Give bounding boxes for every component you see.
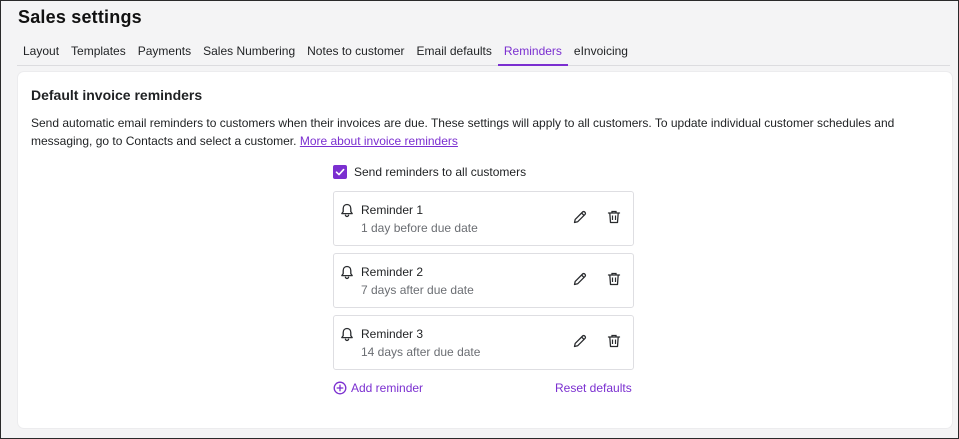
tab-bar: Layout Templates Payments Sales Numberin… [17,42,950,66]
section-description: Send automatic email reminders to custom… [31,114,936,150]
tab-payments[interactable]: Payments [132,42,197,66]
reminder-card-3: Reminder 3 14 days after due date [333,315,634,370]
reminder-title: Reminder 2 [361,265,424,279]
plus-circle-icon [333,381,347,395]
description-text: Send automatic email reminders to custom… [31,116,895,148]
section-title: Default invoice reminders [31,87,203,103]
more-about-reminders-link[interactable]: More about invoice reminders [300,134,458,148]
trash-icon[interactable] [606,333,622,349]
tab-email-defaults[interactable]: Email defaults [411,42,498,66]
trash-icon[interactable] [606,209,622,225]
tab-einvoicing[interactable]: eInvoicing [568,42,634,66]
send-reminders-checkbox[interactable] [333,165,347,179]
reminder-schedule: 1 day before due date [361,221,478,235]
trash-icon[interactable] [606,271,622,287]
checkmark-icon [335,168,345,176]
reminder-card-1: Reminder 1 1 day before due date [333,191,634,246]
page-title: Sales settings [18,7,142,27]
pencil-icon[interactable] [572,333,588,349]
pencil-icon[interactable] [572,271,588,287]
tab-reminders[interactable]: Reminders [497,42,568,66]
reminders-card: Default invoice reminders Send automatic… [18,72,952,428]
pencil-icon[interactable] [572,209,588,225]
tab-layout[interactable]: Layout [17,42,65,66]
reminder-schedule: 7 days after due date [361,283,474,297]
send-reminders-label: Send reminders to all customers [354,165,527,179]
reminder-title: Reminder 1 [361,203,424,217]
add-reminder-button[interactable]: Add reminder [333,381,423,395]
tab-templates[interactable]: Templates [65,42,132,66]
reminder-schedule: 14 days after due date [361,345,481,359]
tab-sales-numbering[interactable]: Sales Numbering [197,42,301,66]
bell-icon [341,203,353,218]
bell-icon [341,327,353,342]
reset-defaults-button[interactable]: Reset defaults [555,381,632,395]
send-reminders-checkbox-row[interactable]: Send reminders to all customers [333,165,526,179]
reminder-card-2: Reminder 2 7 days after due date [333,253,634,308]
add-reminder-label: Add reminder [351,381,424,395]
bell-icon [341,265,353,280]
tab-notes-to-customer[interactable]: Notes to customer [301,42,410,66]
reminder-title: Reminder 3 [361,327,424,341]
